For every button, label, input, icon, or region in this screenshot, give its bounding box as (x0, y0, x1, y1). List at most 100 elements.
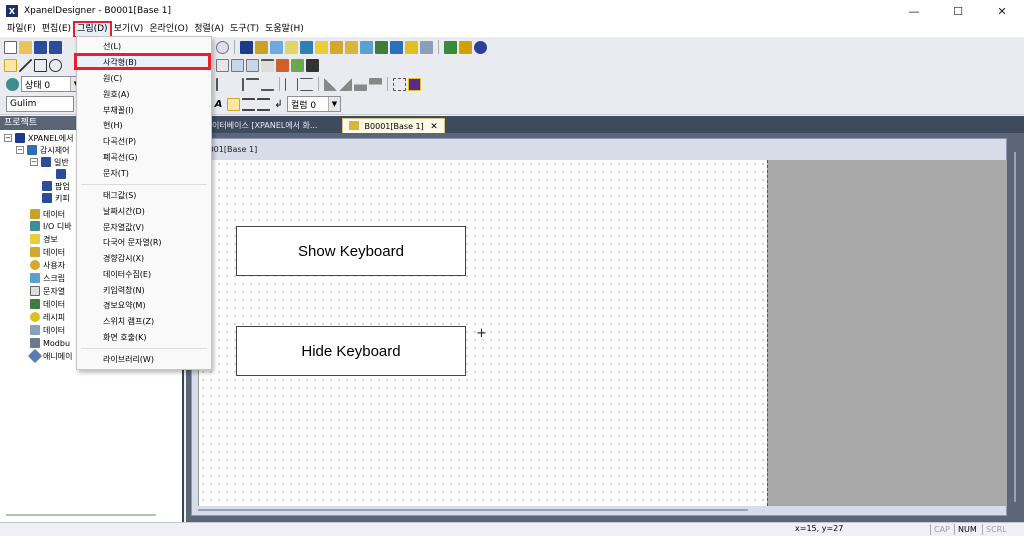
font-select[interactable]: Gulim (6, 96, 74, 112)
menu-item-trend[interactable]: 경향감시(X) (103, 251, 144, 266)
collapse-icon[interactable]: − (30, 158, 38, 166)
tree-item-data-log[interactable]: 데이터 (30, 246, 65, 258)
flip-icon[interactable] (324, 77, 337, 91)
hide-keyboard-button[interactable]: Hide Keyboard (236, 326, 466, 376)
network-icon[interactable] (420, 40, 433, 54)
about-icon[interactable] (474, 40, 487, 54)
zoom-icon[interactable] (216, 40, 229, 54)
tree-item-recipe[interactable]: 레시피 (30, 311, 65, 323)
grid-icon[interactable] (231, 58, 244, 72)
tree-item-data-server[interactable]: 데이터 (30, 324, 65, 336)
close-button[interactable]: ✕ (980, 0, 1024, 22)
collapse-icon[interactable]: − (16, 146, 24, 154)
tree-item-base[interactable] (56, 168, 69, 180)
tab-base-screen[interactable]: B0001[Base 1] ✕ (342, 118, 445, 133)
align-text-right-icon[interactable] (257, 97, 270, 111)
menu-online[interactable]: 온라인(O) (146, 22, 191, 37)
align-top-icon[interactable] (246, 77, 259, 91)
alarm-icon[interactable] (315, 40, 328, 54)
wrap-icon[interactable]: ↲ (272, 98, 285, 111)
collapse-icon[interactable]: − (4, 134, 12, 142)
tree-item-io-device[interactable]: I/O 디바 (30, 220, 72, 232)
menu-item-string-value[interactable]: 문자열값(V) (103, 220, 144, 235)
monitor-icon[interactable] (300, 40, 313, 54)
menu-item-line[interactable]: 선(L) (103, 39, 121, 54)
help-icon[interactable] (459, 40, 472, 54)
window-icon[interactable] (285, 40, 298, 54)
menu-item-key-input[interactable]: 키입력창(N) (103, 283, 145, 298)
menu-item-chord[interactable]: 현(H) (103, 118, 123, 133)
align-right-icon[interactable] (231, 77, 244, 91)
user-icon[interactable] (330, 40, 343, 54)
table-icon[interactable] (246, 58, 259, 72)
order-icon[interactable] (369, 77, 382, 91)
menu-item-polyline[interactable]: 다곡선(P) (103, 134, 136, 149)
space-horizontal-icon[interactable] (285, 77, 298, 91)
page-icon[interactable] (216, 58, 229, 72)
menu-tools[interactable]: 도구(T) (227, 22, 262, 37)
bracket-icon[interactable] (261, 58, 274, 72)
circle-tool-icon[interactable] (49, 58, 62, 72)
trend-icon[interactable] (276, 58, 289, 72)
menu-item-data-collection[interactable]: 데이터수집(E) (103, 267, 151, 282)
tag-icon[interactable] (255, 40, 268, 54)
xpanel-icon[interactable] (240, 40, 253, 54)
data-icon[interactable] (375, 40, 388, 54)
menu-item-polygon[interactable]: 폐곡선(G) (103, 150, 138, 165)
new-file-icon[interactable] (4, 40, 17, 54)
minimize-button[interactable]: — (892, 0, 936, 22)
menu-view[interactable]: 보기(V) (111, 22, 147, 37)
recipe-icon[interactable] (390, 40, 403, 54)
tree-item-string-table[interactable]: 문자열 (30, 285, 65, 297)
tree-item-general[interactable]: − 일반 (30, 156, 69, 168)
tree-item-monitor[interactable]: − 감시제어 (16, 144, 69, 156)
menu-item-screen-call[interactable]: 화면 호출(K) (103, 330, 146, 345)
maximize-button[interactable]: ☐ (936, 0, 980, 22)
switch-lamp-icon[interactable] (306, 58, 319, 72)
tree-item-alarm[interactable]: 경보 (30, 233, 58, 245)
tree-item-keypad[interactable]: 키피 (42, 192, 70, 204)
string-table-icon[interactable] (360, 40, 373, 54)
menu-item-rectangle[interactable]: 사각형(B) (103, 55, 137, 70)
space-vertical-icon[interactable] (300, 77, 313, 91)
horizontal-scrollbar[interactable] (198, 509, 748, 511)
grid-snap-icon[interactable] (408, 77, 421, 91)
menu-draw[interactable]: 그림(D) (73, 21, 112, 38)
menu-help[interactable]: 도움말(H) (262, 22, 307, 37)
align-bottom-icon[interactable] (261, 78, 274, 91)
tree-item-data-collection[interactable]: 데이터 (30, 298, 65, 310)
menu-item-library[interactable]: 라이브러리(W) (103, 352, 154, 367)
gear-icon[interactable] (405, 40, 418, 54)
menu-item-text[interactable]: 문자(T) (103, 166, 129, 181)
align-text-center-icon[interactable] (242, 97, 255, 111)
group-icon[interactable] (393, 77, 406, 91)
line-tool-icon[interactable] (19, 58, 32, 72)
menu-item-arc[interactable]: 원호(A) (103, 87, 129, 102)
menu-item-switch-lamp[interactable]: 스위치 램프(Z) (103, 314, 154, 329)
tab-database[interactable]: 이터베이스 [XPANEL에서 화... (206, 118, 323, 133)
menu-item-sector[interactable]: 부채꼴(I) (103, 103, 134, 118)
align-left-icon[interactable] (216, 77, 229, 91)
menu-edit[interactable]: 편집(E) (39, 22, 74, 37)
save-all-icon[interactable] (49, 40, 62, 54)
tree-item-script[interactable]: 스크립 (30, 272, 65, 284)
screen-icon[interactable] (270, 40, 283, 54)
select-pointer-icon[interactable] (4, 58, 17, 72)
menu-item-alarm-summary[interactable]: 경보요약(M) (103, 298, 146, 313)
rectangle-tool-icon[interactable] (34, 58, 47, 72)
italic-icon[interactable]: A (212, 98, 225, 111)
menu-file[interactable]: 파일(F) (4, 22, 39, 37)
align-text-left-icon[interactable] (227, 97, 240, 111)
state-select[interactable]: 상태 0 ▼ (21, 76, 83, 92)
chart-icon[interactable] (291, 58, 304, 72)
show-keyboard-button[interactable]: Show Keyboard (236, 226, 466, 276)
tree-item-data[interactable]: 데이터 (30, 208, 65, 220)
menu-item-circle[interactable]: 원(C) (103, 71, 122, 86)
tree-item-modbus[interactable]: Modbu (30, 337, 70, 349)
rotate-icon[interactable] (354, 77, 367, 91)
column-select[interactable]: 컬럼 0 ▼ (287, 96, 341, 112)
vertical-scrollbar[interactable] (1012, 148, 1018, 508)
open-folder-icon[interactable] (19, 40, 32, 54)
tree-item-root[interactable]: − XPANEL에서 (4, 132, 73, 144)
mirror-icon[interactable] (339, 77, 352, 91)
